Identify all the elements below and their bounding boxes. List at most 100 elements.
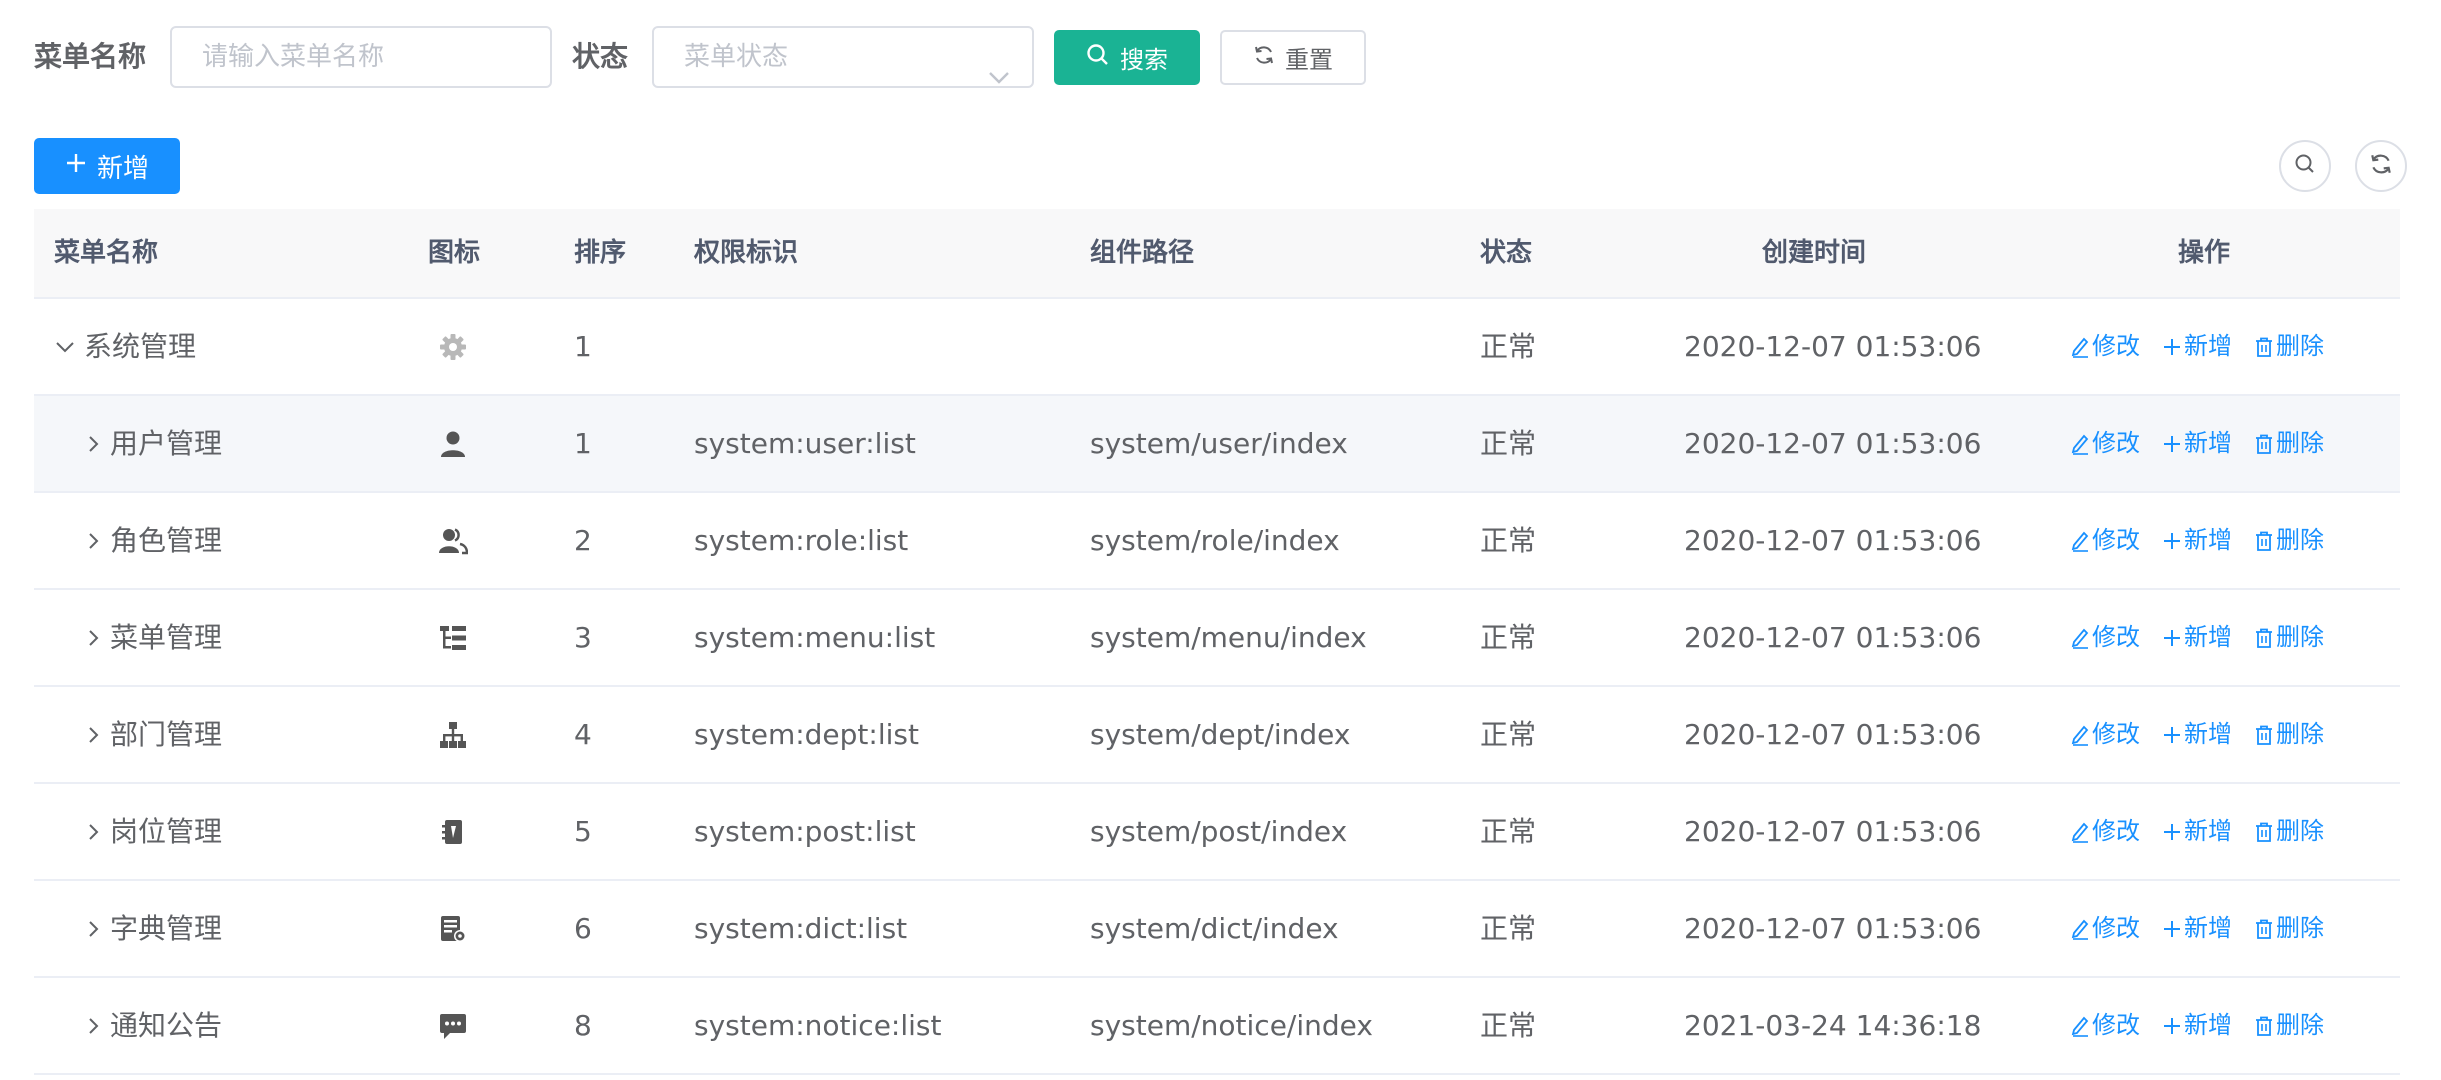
status-cell: 正常: [1480, 815, 1537, 848]
chevron-right-icon[interactable]: [86, 628, 102, 648]
menu-name-cell: 菜单管理: [86, 590, 222, 685]
chevron-down-icon[interactable]: [54, 339, 76, 355]
chevron-right-icon[interactable]: [86, 919, 102, 939]
component-cell: system/menu/index: [1090, 621, 1367, 654]
add-child-button[interactable]: 新增: [2162, 590, 2232, 685]
search-button-label: 搜索: [1120, 46, 1168, 74]
refresh-icon: [2369, 152, 2393, 180]
status-select-placeholder: 菜单状态: [684, 42, 789, 72]
chevron-right-icon[interactable]: [86, 725, 102, 745]
add-child-button[interactable]: 新增: [2162, 299, 2232, 394]
chevron-right-icon[interactable]: [86, 1016, 102, 1036]
plus-icon: [2162, 337, 2182, 357]
created-time-cell: 2020-12-07 01:53:06: [1684, 330, 1982, 363]
table-row: 岗位管理 5 system:post:list system/post/index 正常…: [34, 784, 2400, 881]
edit-button[interactable]: 修改: [2070, 978, 2140, 1073]
status-cell: 正常: [1480, 621, 1537, 654]
edit-icon: [2070, 627, 2090, 649]
menu-name-cell: 岗位管理: [86, 784, 222, 879]
toggle-search-button[interactable]: [2279, 140, 2331, 192]
add-child-button[interactable]: 新增: [2162, 784, 2232, 879]
created-time-cell: 2020-12-07 01:53:06: [1684, 718, 1982, 751]
refresh-icon: [1253, 44, 1275, 72]
order-cell: 4: [574, 718, 592, 751]
chevron-right-icon[interactable]: [86, 434, 102, 454]
delete-button[interactable]: 删除: [2254, 881, 2324, 976]
menu-name-text: 角色管理: [110, 524, 223, 557]
delete-button[interactable]: 删除: [2254, 396, 2324, 491]
status-select[interactable]: 菜单状态: [652, 26, 1034, 88]
edit-button-label: 修改: [2092, 720, 2140, 748]
edit-icon: [2070, 724, 2090, 746]
delete-button[interactable]: 删除: [2254, 590, 2324, 685]
add-child-button[interactable]: 新增: [2162, 978, 2232, 1073]
edit-button[interactable]: 修改: [2070, 881, 2140, 976]
menu-name-text: 通知公告: [110, 1009, 223, 1042]
refresh-table-button[interactable]: [2355, 140, 2407, 192]
plus-icon: [2162, 725, 2182, 745]
add-child-button[interactable]: 新增: [2162, 493, 2232, 588]
edit-button[interactable]: 修改: [2070, 687, 2140, 782]
actions-cell: 修改 新增 删除: [2070, 299, 2324, 394]
add-menu-button[interactable]: 新增: [34, 138, 180, 194]
table-row: 菜单管理 3 system:menu:list system/menu/index 正常…: [34, 590, 2400, 687]
status-cell: 正常: [1480, 1009, 1537, 1042]
actions-cell: 修改 新增 删除: [2070, 396, 2324, 491]
delete-icon: [2254, 918, 2274, 940]
edit-button[interactable]: 修改: [2070, 784, 2140, 879]
perms-cell: system:menu:list: [694, 621, 936, 654]
delete-icon: [2254, 433, 2274, 455]
status-label: 状态: [572, 40, 629, 73]
delete-icon: [2254, 530, 2274, 552]
status-cell: 正常: [1480, 427, 1537, 460]
edit-button[interactable]: 修改: [2070, 396, 2140, 491]
menu-name-text: 部门管理: [110, 718, 223, 751]
order-cell: 2: [574, 524, 592, 557]
perms-cell: system:post:list: [694, 815, 916, 848]
component-cell: system/dept/index: [1090, 718, 1351, 751]
created-time-cell: 2020-12-07 01:53:06: [1684, 427, 1982, 460]
edit-button[interactable]: 修改: [2070, 299, 2140, 394]
column-header-icon: 图标: [428, 238, 481, 268]
delete-button[interactable]: 删除: [2254, 299, 2324, 394]
actions-cell: 修改 新增 删除: [2070, 687, 2324, 782]
delete-button[interactable]: 删除: [2254, 687, 2324, 782]
delete-icon: [2254, 336, 2274, 358]
status-cell: 正常: [1480, 718, 1537, 751]
search-button[interactable]: 搜索: [1054, 30, 1200, 85]
reset-button[interactable]: 重置: [1220, 30, 1366, 85]
delete-button[interactable]: 删除: [2254, 978, 2324, 1073]
edit-icon: [2070, 433, 2090, 455]
delete-icon: [2254, 627, 2274, 649]
menu-table: 菜单名称 图标 排序 权限标识 组件路径 状态 创建时间 操作 系统管理 1 正常 2…: [34, 209, 2400, 1075]
add-child-button-label: 新增: [2184, 623, 2232, 651]
chevron-right-icon[interactable]: [86, 822, 102, 842]
column-header-created: 创建时间: [1762, 238, 1867, 268]
actions-cell: 修改 新增 删除: [2070, 784, 2324, 879]
add-child-button[interactable]: 新增: [2162, 687, 2232, 782]
edit-icon: [2070, 918, 2090, 940]
actions-cell: 修改 新增 删除: [2070, 978, 2324, 1073]
chevron-right-icon[interactable]: [86, 531, 102, 551]
order-cell: 1: [574, 330, 592, 363]
add-child-button-label: 新增: [2184, 720, 2232, 748]
delete-button[interactable]: 删除: [2254, 493, 2324, 588]
edit-icon: [2070, 1015, 2090, 1037]
menu-name-text: 菜单管理: [110, 621, 223, 654]
add-child-button[interactable]: 新增: [2162, 881, 2232, 976]
chevron-down-icon: [988, 48, 1010, 106]
edit-button-label: 修改: [2092, 623, 2140, 651]
plus-icon: [2162, 1016, 2182, 1036]
edit-button[interactable]: 修改: [2070, 590, 2140, 685]
menu-name-input[interactable]: 请输入菜单名称: [170, 26, 552, 88]
created-time-cell: 2020-12-07 01:53:06: [1684, 912, 1982, 945]
edit-button[interactable]: 修改: [2070, 493, 2140, 588]
table-row: 字典管理 6 system:dict:list system/dict/index 正常…: [34, 881, 2400, 978]
delete-button[interactable]: 删除: [2254, 784, 2324, 879]
add-child-button[interactable]: 新增: [2162, 396, 2232, 491]
search-icon: [2293, 152, 2317, 180]
table-row: 角色管理 2 system:role:list system/role/index 正常…: [34, 493, 2400, 590]
menu-name-text: 岗位管理: [110, 815, 223, 848]
menu-name-text: 系统管理: [84, 330, 197, 363]
delete-button-label: 删除: [2276, 914, 2324, 942]
